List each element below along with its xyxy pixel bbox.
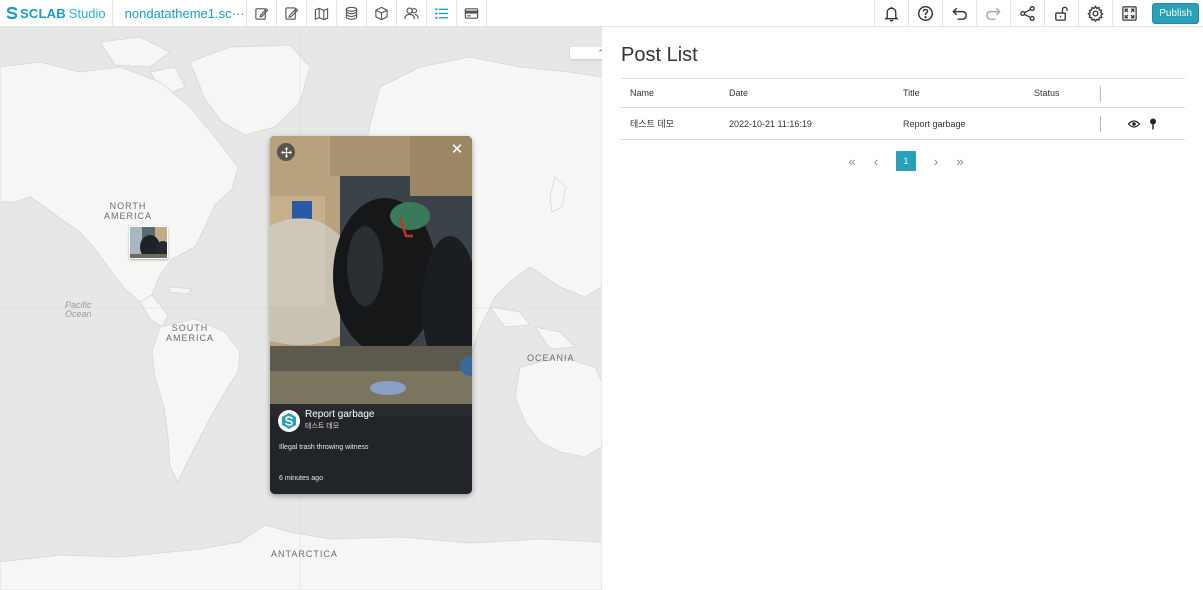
- pin-icon: [1150, 118, 1156, 129]
- fullscreen-button[interactable]: [1112, 0, 1146, 27]
- brand-name: SCLAB: [20, 5, 66, 21]
- map-label-north-america: NORTH AMERICA: [104, 201, 153, 221]
- card-tool[interactable]: [457, 0, 487, 27]
- post-list-panel: Post List Name Date Title Status 테스트 데모 …: [602, 27, 1203, 590]
- popup-author: 테스트 데모: [305, 423, 340, 430]
- popup-move-handle[interactable]: [277, 143, 295, 161]
- help-button[interactable]: [908, 0, 942, 27]
- sclab-avatar-icon: [282, 413, 296, 429]
- top-toolbar: SCLAB Studio nondatatheme1.sc··· Publish: [0, 0, 1203, 27]
- edit-alt-icon: [284, 6, 299, 20]
- share-button[interactable]: [1010, 0, 1044, 27]
- eye-icon: [1128, 119, 1140, 128]
- map-label-pacific-ocean: Pacific Ocean: [65, 300, 92, 319]
- chevron-right-icon: ›: [933, 153, 939, 169]
- users-icon: [404, 7, 419, 19]
- list-icon: [434, 7, 448, 19]
- help-icon: [918, 5, 934, 21]
- map-icon: [314, 7, 328, 20]
- unlock-icon: [1055, 6, 1069, 21]
- publish-button[interactable]: Publish: [1152, 2, 1199, 24]
- post-popup-card[interactable]: ✕ Report garbage 테스트 데모 Illegal trash th…: [270, 136, 472, 494]
- edit-icon: [254, 7, 269, 20]
- redo-button[interactable]: [976, 0, 1010, 27]
- database-icon: [345, 6, 357, 20]
- map-marker-thumbnail[interactable]: [129, 226, 168, 259]
- notifications-button[interactable]: [874, 0, 908, 27]
- redo-icon: [986, 7, 1001, 20]
- table-row[interactable]: 테스트 데모 2022-10-21 11:16:19 Report garbag…: [621, 108, 1185, 140]
- column-header-name[interactable]: Name: [630, 79, 654, 107]
- cube-tool[interactable]: [367, 0, 397, 27]
- popup-timestamp: 6 minutes ago: [279, 475, 323, 482]
- popup-photo: [270, 136, 472, 416]
- chevron-up-icon: ⌃: [597, 48, 602, 58]
- column-header-date[interactable]: Date: [729, 79, 748, 107]
- sclab-logo-icon: [6, 6, 18, 20]
- double-chevron-left-icon: «: [848, 153, 856, 169]
- map-label-antarctica: ANTARCTICA: [271, 549, 338, 559]
- close-icon: ✕: [450, 141, 464, 158]
- edit-tool[interactable]: [247, 0, 277, 27]
- map-tool[interactable]: [307, 0, 337, 27]
- prev-page-button[interactable]: ‹: [865, 151, 887, 171]
- marker-photo: [130, 227, 167, 258]
- users-tool[interactable]: [397, 0, 427, 27]
- brand-suffix: Studio: [68, 5, 106, 21]
- chevron-left-icon: ‹: [873, 153, 879, 169]
- list-tool[interactable]: [427, 0, 457, 27]
- card-icon: [464, 7, 478, 19]
- world-map[interactable]: ⌃ NORTH AMERICA SOUTH AMERICA OCEANIA AN…: [0, 27, 602, 590]
- column-divider: [1100, 86, 1101, 102]
- database-tool[interactable]: [337, 0, 367, 27]
- panel-collapse-toggle[interactable]: ⌃: [570, 47, 602, 59]
- popup-info-panel: Report garbage 테스트 데모 Illegal trash thro…: [270, 404, 472, 494]
- page-title: Post List: [621, 44, 698, 66]
- popup-description: Illegal trash throwing witness: [279, 444, 369, 451]
- last-page-button[interactable]: »: [949, 151, 971, 171]
- avatar: [278, 410, 300, 432]
- row-title: Report garbage: [903, 118, 966, 129]
- first-page-button[interactable]: «: [841, 151, 863, 171]
- column-header-title[interactable]: Title: [903, 79, 920, 107]
- bell-icon: [884, 6, 899, 21]
- page-number-current[interactable]: 1: [896, 151, 916, 171]
- cube-icon: [374, 6, 388, 20]
- locate-button[interactable]: [1149, 108, 1157, 139]
- next-page-button[interactable]: ›: [925, 151, 947, 171]
- share-icon: [1020, 5, 1035, 21]
- brand-logo[interactable]: SCLAB Studio: [0, 0, 113, 27]
- post-table: Name Date Title Status 테스트 데모 2022-10-21…: [621, 78, 1185, 140]
- project-name[interactable]: nondatatheme1.sc···: [113, 0, 247, 27]
- row-name: 테스트 데모: [630, 119, 674, 129]
- row-date: 2022-10-21 11:16:19: [729, 118, 812, 129]
- undo-icon: [952, 7, 968, 20]
- pagination: « ‹ 1 › »: [840, 151, 972, 171]
- map-label-oceania: OCEANIA: [527, 353, 575, 363]
- unlock-button[interactable]: [1044, 0, 1078, 27]
- move-icon: [280, 146, 292, 158]
- column-divider: [1100, 116, 1101, 132]
- map-label-south-america: SOUTH AMERICA: [166, 323, 215, 343]
- double-chevron-right-icon: »: [956, 153, 964, 169]
- gear-icon: [1087, 4, 1104, 22]
- view-button[interactable]: [1128, 108, 1140, 139]
- popup-title: Report garbage: [305, 409, 375, 420]
- popup-close-button[interactable]: ✕: [449, 142, 465, 158]
- fullscreen-icon: [1122, 5, 1137, 21]
- undo-button[interactable]: [942, 0, 976, 27]
- column-header-status[interactable]: Status: [1034, 79, 1060, 107]
- settings-button[interactable]: [1078, 0, 1112, 27]
- edit-alt-tool[interactable]: [277, 0, 307, 27]
- table-header: Name Date Title Status: [621, 78, 1185, 108]
